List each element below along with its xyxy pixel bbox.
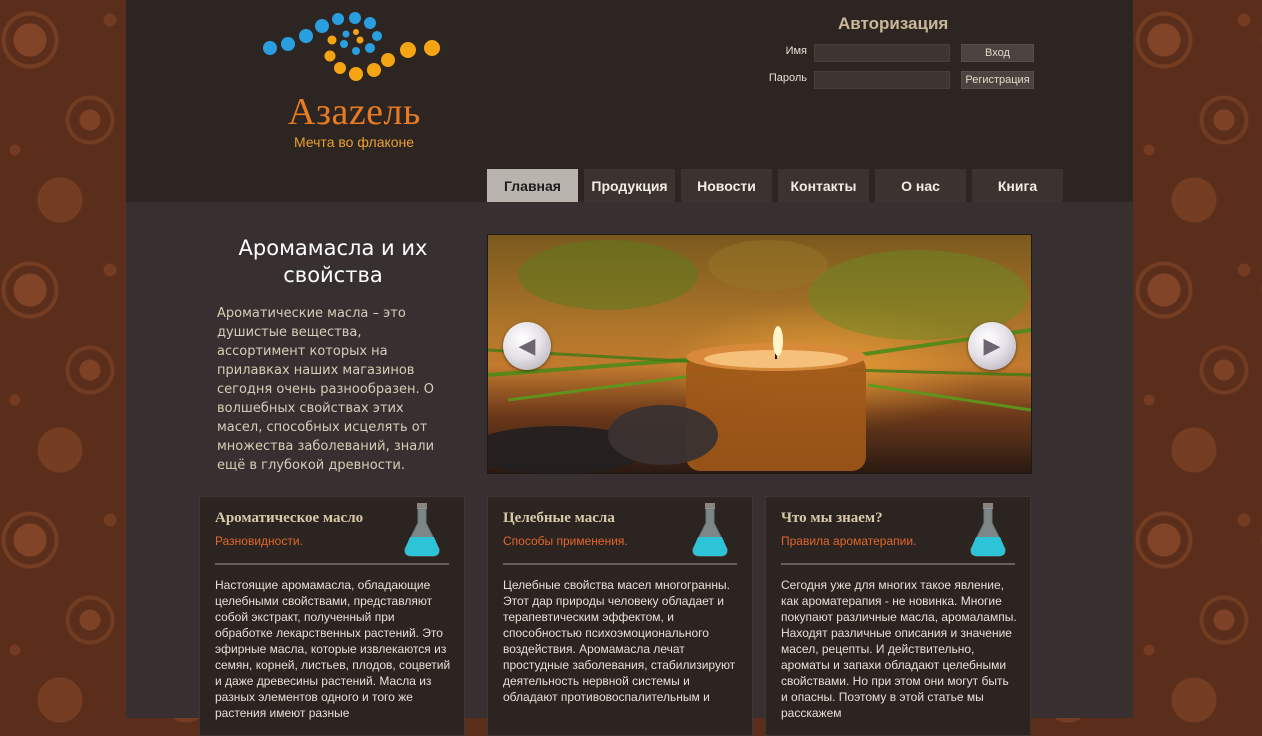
auth-title: Авторизация bbox=[838, 14, 949, 33]
nav-item-products[interactable]: Продукция bbox=[584, 169, 675, 202]
intro-text: Ароматические масла – это душистые вещес… bbox=[217, 306, 435, 473]
flask-icon bbox=[692, 503, 728, 557]
nav-item-home[interactable]: Главная bbox=[487, 169, 578, 202]
box-text: Настоящие аромамасла, обладающие целебны… bbox=[215, 578, 451, 720]
box-subtitle[interactable]: Правила ароматерапии. bbox=[781, 534, 916, 548]
nav-item-contacts[interactable]: Контакты bbox=[778, 169, 869, 202]
box-subtitle[interactable]: Способы применения. bbox=[503, 534, 628, 548]
slider: ◀ ▶ bbox=[487, 234, 1032, 474]
intro-title: Аромамасла и их свойства bbox=[238, 236, 428, 287]
logo-name: Азаzель bbox=[288, 91, 421, 133]
box-text: Целебные свойства масел многогранны. Это… bbox=[503, 578, 736, 704]
box-title[interactable]: Целебные масла bbox=[503, 510, 615, 527]
box-subtitle[interactable]: Разновидности. bbox=[215, 534, 303, 548]
name-label: Имя bbox=[785, 45, 807, 57]
password-label: Пароль bbox=[768, 72, 807, 84]
info-box-aromatic-oil: Ароматическое масло Разновидности. Насто… bbox=[199, 496, 465, 736]
nav-item-about[interactable]: О нас bbox=[875, 169, 966, 202]
flask-icon bbox=[970, 503, 1006, 557]
info-box-what-we-know: Что мы знаем? Правила ароматерапии. Сего… bbox=[765, 496, 1031, 736]
nav-item-book[interactable]: Книга bbox=[972, 169, 1063, 202]
nav-item-news[interactable]: Новости bbox=[681, 169, 772, 202]
logo-dots-icon bbox=[263, 12, 440, 81]
arrow-left-icon[interactable]: ◀ bbox=[503, 322, 551, 370]
arrow-right-icon[interactable]: ▶ bbox=[968, 322, 1016, 370]
box-divider bbox=[503, 563, 737, 565]
box-title[interactable]: Что мы знаем? bbox=[781, 510, 883, 527]
box-title[interactable]: Ароматическое масло bbox=[215, 510, 363, 527]
password-input[interactable] bbox=[814, 71, 950, 89]
flask-icon bbox=[404, 503, 440, 557]
logo-tagline: Мечта во флаконе bbox=[294, 134, 415, 150]
name-input[interactable] bbox=[814, 44, 950, 62]
header: Азаzель Мечта во флаконе Авторизация Имя… bbox=[126, 0, 1133, 202]
box-divider bbox=[781, 563, 1015, 565]
logo[interactable]: Азаzель Мечта во флаконе bbox=[260, 6, 450, 156]
page-container: Азаzель Мечта во флаконе Авторизация Имя… bbox=[126, 0, 1133, 736]
box-divider bbox=[215, 563, 449, 565]
register-button[interactable]: Регистрация bbox=[961, 71, 1034, 89]
info-box-healing-oils: Целебные масла Способы применения. Целеб… bbox=[487, 496, 753, 736]
login-button[interactable]: Вход bbox=[961, 44, 1034, 62]
box-text: Сегодня уже для многих такое явление, ка… bbox=[781, 578, 1017, 720]
candle-photo-icon bbox=[488, 240, 1031, 473]
